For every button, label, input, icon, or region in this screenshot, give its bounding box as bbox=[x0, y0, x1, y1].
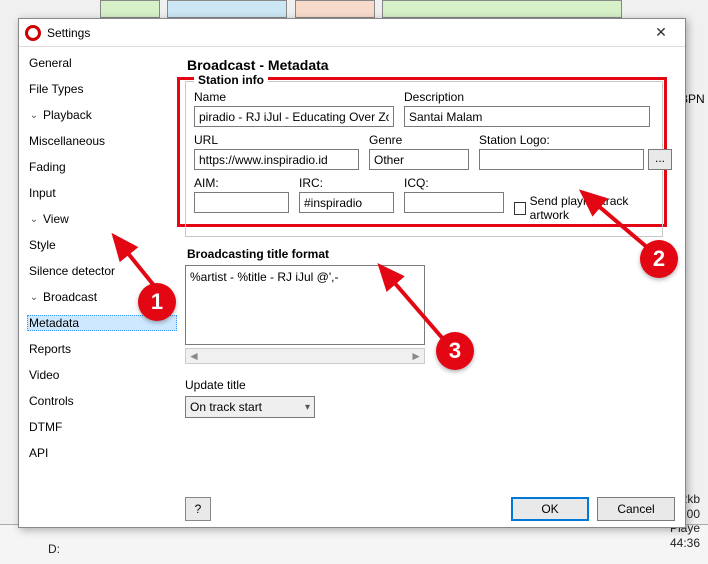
url-input[interactable] bbox=[194, 149, 359, 170]
icq-input[interactable] bbox=[404, 192, 504, 213]
icq-label: ICQ: bbox=[404, 176, 504, 190]
app-icon bbox=[25, 25, 41, 41]
irc-label: IRC: bbox=[299, 176, 394, 190]
tree-api[interactable]: API bbox=[27, 445, 177, 461]
desc-label: Description bbox=[404, 90, 650, 104]
bg-stat: 44:36 bbox=[667, 536, 700, 550]
tree-style[interactable]: Style bbox=[27, 237, 177, 253]
scrollbar-horizontal[interactable]: ◄► bbox=[185, 348, 425, 364]
aim-input[interactable] bbox=[194, 192, 289, 213]
name-label: Name bbox=[194, 90, 394, 104]
chevron-down-icon: ▾ bbox=[305, 402, 310, 413]
chevron-left-icon[interactable]: ◄ bbox=[188, 349, 200, 363]
tree-controls[interactable]: Controls bbox=[27, 393, 177, 409]
url-label: URL bbox=[194, 133, 359, 147]
update-title-label: Update title bbox=[185, 378, 675, 392]
station-legend: Station info bbox=[194, 73, 268, 87]
settings-tree[interactable]: General File Types ⌄Playback Miscellaneo… bbox=[19, 47, 179, 527]
close-button[interactable]: ✕ bbox=[643, 22, 679, 44]
aim-label: AIM: bbox=[194, 176, 289, 190]
page-title: Broadcast - Metadata bbox=[187, 57, 675, 73]
logo-label: Station Logo: bbox=[479, 133, 672, 147]
tree-playback[interactable]: ⌄Playback bbox=[27, 107, 177, 123]
chevron-down-icon[interactable]: ⌄ bbox=[29, 292, 39, 303]
tree-filetypes[interactable]: File Types bbox=[27, 81, 177, 97]
title-format-legend: Broadcasting title format bbox=[187, 247, 675, 261]
checkbox-icon[interactable] bbox=[514, 202, 526, 215]
update-title-select[interactable]: On track start ▾ bbox=[185, 396, 315, 418]
tree-general[interactable]: General bbox=[27, 55, 177, 71]
tree-fading[interactable]: Fading bbox=[27, 159, 177, 175]
titlebar[interactable]: Settings ✕ bbox=[19, 19, 685, 47]
irc-input[interactable] bbox=[299, 192, 394, 213]
tree-broadcast[interactable]: ⌄Broadcast bbox=[27, 289, 177, 305]
tree-input[interactable]: Input bbox=[27, 185, 177, 201]
settings-dialog: Settings ✕ General File Types ⌄Playback … bbox=[18, 18, 686, 528]
drive-letter: D: bbox=[48, 542, 60, 556]
tree-reports[interactable]: Reports bbox=[27, 341, 177, 357]
name-input[interactable] bbox=[194, 106, 394, 127]
chevron-down-icon[interactable]: ⌄ bbox=[29, 110, 39, 121]
tree-view[interactable]: ⌄View bbox=[27, 211, 177, 227]
tree-video[interactable]: Video bbox=[27, 367, 177, 383]
update-title-value: On track start bbox=[190, 400, 262, 414]
logo-browse-button[interactable]: ... bbox=[648, 149, 672, 170]
chevron-right-icon[interactable]: ► bbox=[410, 349, 422, 363]
title-format-input[interactable]: %artist - %title - RJ iJul @',- bbox=[185, 265, 425, 345]
genre-label: Genre bbox=[369, 133, 469, 147]
artwork-label: Send playing track artwork bbox=[530, 194, 654, 222]
tree-misc[interactable]: Miscellaneous bbox=[27, 133, 177, 149]
genre-input[interactable] bbox=[369, 149, 469, 170]
help-button[interactable]: ? bbox=[185, 497, 211, 521]
ok-button[interactable]: OK bbox=[511, 497, 589, 521]
window-title: Settings bbox=[47, 26, 643, 40]
desc-input[interactable] bbox=[404, 106, 650, 127]
tree-metadata[interactable]: Metadata bbox=[27, 315, 177, 331]
artwork-checkbox[interactable]: Send playing track artwork bbox=[514, 194, 654, 222]
cancel-button[interactable]: Cancel bbox=[597, 497, 675, 521]
chevron-down-icon[interactable]: ⌄ bbox=[29, 214, 39, 225]
logo-input[interactable] bbox=[479, 149, 644, 170]
tree-dtmf[interactable]: DTMF bbox=[27, 419, 177, 435]
station-info-group: Station info Name Description URL bbox=[185, 81, 663, 237]
tree-silence[interactable]: Silence detector bbox=[27, 263, 177, 279]
